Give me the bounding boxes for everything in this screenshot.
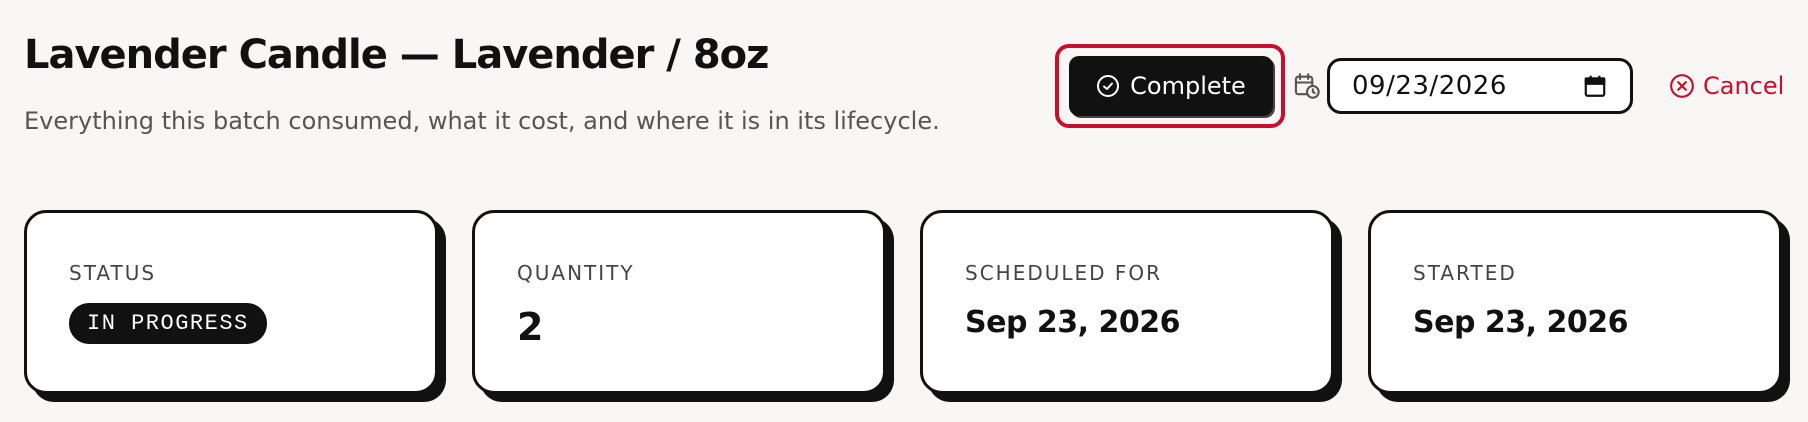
scheduled-date-value: 09/23/2026 bbox=[1352, 71, 1507, 101]
calendar-clock-icon bbox=[1294, 73, 1320, 99]
quantity-label: QUANTITY bbox=[517, 261, 635, 285]
quantity-card: QUANTITY 2 bbox=[472, 210, 886, 394]
status-card: STATUS IN PROGRESS bbox=[24, 210, 438, 394]
started-card: STARTED Sep 23, 2026 bbox=[1368, 210, 1782, 394]
calendar-icon[interactable] bbox=[1582, 73, 1608, 99]
scheduled-label: SCHEDULED FOR bbox=[965, 261, 1163, 285]
status-label: STATUS bbox=[69, 261, 157, 285]
cancel-label: Cancel bbox=[1703, 72, 1785, 100]
x-circle-icon bbox=[1670, 74, 1694, 98]
complete-button-label: Complete bbox=[1130, 72, 1246, 100]
page-subtitle: Everything this batch consumed, what it … bbox=[24, 107, 940, 135]
started-value: Sep 23, 2026 bbox=[1413, 305, 1628, 340]
status-badge: IN PROGRESS bbox=[69, 303, 267, 344]
page-title: Lavender Candle — Lavender / 8oz bbox=[24, 32, 769, 78]
quantity-value: 2 bbox=[517, 305, 543, 349]
started-label: STARTED bbox=[1413, 261, 1517, 285]
cancel-button[interactable]: Cancel bbox=[1669, 66, 1784, 106]
check-circle-icon bbox=[1097, 75, 1120, 97]
scheduled-date-input[interactable]: 09/23/2026 bbox=[1327, 58, 1633, 114]
scheduled-value: Sep 23, 2026 bbox=[965, 305, 1180, 340]
complete-button[interactable]: Complete bbox=[1069, 56, 1273, 116]
scheduled-card: SCHEDULED FOR Sep 23, 2026 bbox=[920, 210, 1334, 394]
